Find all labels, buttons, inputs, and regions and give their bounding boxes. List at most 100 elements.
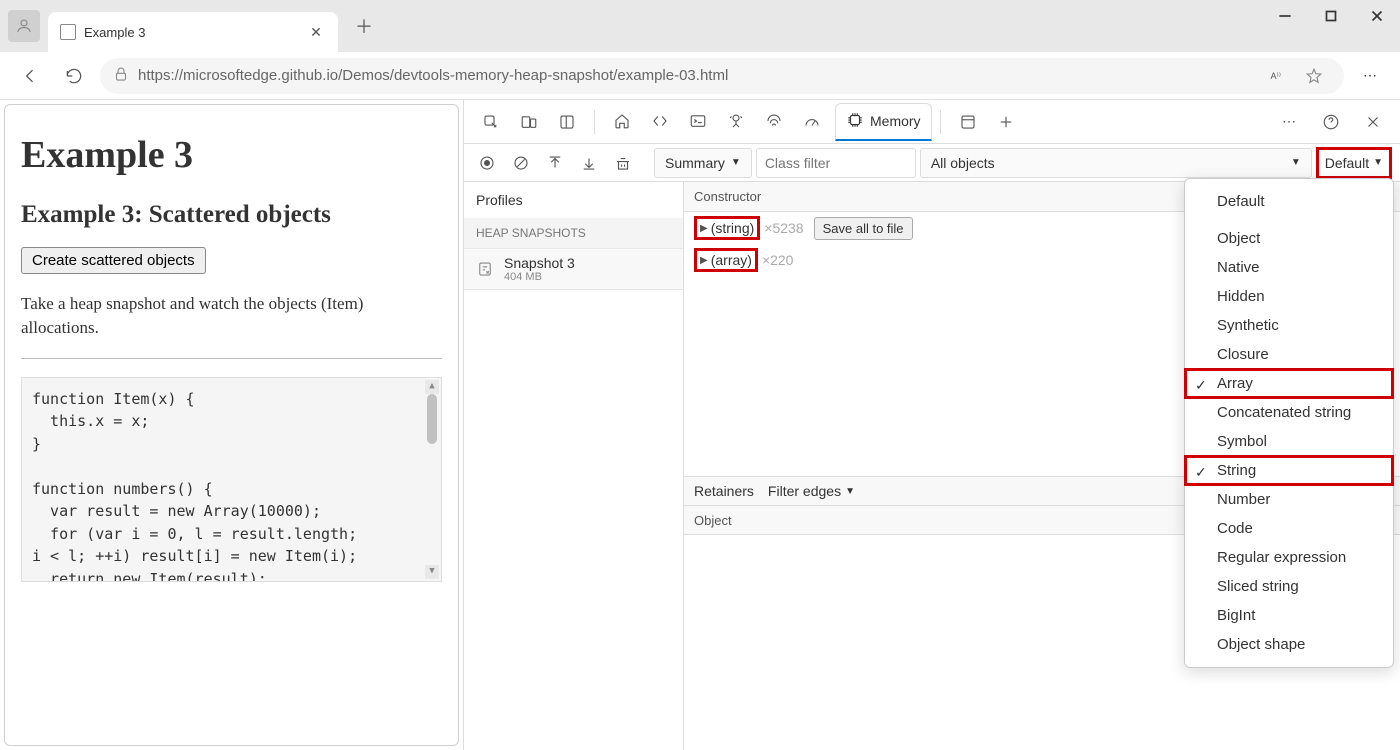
- tab-memory[interactable]: Memory: [835, 103, 932, 141]
- tab-title: Example 3: [84, 25, 298, 40]
- scroll-down-icon[interactable]: ▼: [425, 565, 439, 579]
- scroll-thumb[interactable]: [427, 394, 437, 444]
- divider: [21, 358, 442, 359]
- heap-table: Constructor Distance Shallow Size ▶ (str…: [684, 182, 1400, 750]
- dropdown-item[interactable]: Concatenated string: [1185, 398, 1393, 427]
- gc-button[interactable]: [608, 148, 638, 178]
- url-text: https://microsoftedge.github.io/Demos/de…: [138, 67, 728, 84]
- tab-console[interactable]: [679, 103, 717, 141]
- snapshot-size: 404 MB: [504, 271, 575, 283]
- profiles-section-header: HEAP SNAPSHOTS: [464, 218, 683, 248]
- tab-performance[interactable]: [793, 103, 831, 141]
- close-tab-button[interactable]: ✕: [306, 22, 326, 42]
- device-toggle-icon[interactable]: [510, 103, 548, 141]
- back-button[interactable]: [12, 58, 48, 94]
- row-count: ×220: [762, 252, 794, 268]
- row-label-highlight: ▶ (array): [694, 248, 758, 272]
- dropdown-item[interactable]: Synthetic: [1185, 311, 1393, 340]
- dropdown-item[interactable]: ✓String: [1185, 456, 1393, 485]
- tab-sources[interactable]: [717, 103, 755, 141]
- col-constructor[interactable]: Constructor: [684, 189, 1200, 204]
- dropdown-item[interactable]: Default: [1185, 187, 1393, 216]
- devtools-panel: Memory ⋯ Summary ▼ All: [463, 100, 1400, 750]
- check-icon: ✓: [1195, 377, 1207, 394]
- devtools-tabs: Memory ⋯: [464, 100, 1400, 144]
- nav-bar: https://microsoftedge.github.io/Demos/de…: [0, 52, 1400, 100]
- scroll-up-icon[interactable]: ▲: [425, 380, 439, 394]
- page-subheading: Example 3: Scattered objects: [21, 201, 442, 229]
- new-tab-button[interactable]: ＋: [350, 12, 378, 40]
- dropdown-item[interactable]: Code: [1185, 514, 1393, 543]
- page-icon: [60, 24, 76, 40]
- tab-network[interactable]: [755, 103, 793, 141]
- dropdown-item[interactable]: Closure: [1185, 340, 1393, 369]
- browser-menu-button[interactable]: ⋯: [1352, 58, 1388, 94]
- snapshot-item[interactable]: Snapshot 3 404 MB: [464, 248, 683, 290]
- dropdown-item[interactable]: Hidden: [1185, 282, 1393, 311]
- chevron-down-icon: ▼: [731, 157, 741, 168]
- profile-button[interactable]: [8, 10, 40, 42]
- record-button[interactable]: [472, 148, 502, 178]
- memory-toolbar: Summary ▼ All objects ▼ Default ▼: [464, 144, 1400, 182]
- page-content: Example 3 Example 3: Scattered objects C…: [4, 104, 459, 746]
- favorite-icon[interactable]: [1300, 62, 1328, 90]
- filter-type-select[interactable]: Default ▼: [1316, 147, 1392, 179]
- lock-icon: [112, 65, 130, 86]
- minimize-button[interactable]: [1262, 0, 1308, 32]
- inspect-element-icon[interactable]: [472, 103, 510, 141]
- class-filter-input[interactable]: [756, 148, 916, 178]
- svg-text:A⁾⁾: A⁾⁾: [1271, 71, 1281, 81]
- col-object[interactable]: Object: [684, 513, 1200, 528]
- code-block: function Item(x) { this.x = x; } functio…: [21, 377, 442, 582]
- dropdown-item[interactable]: Object: [1185, 224, 1393, 253]
- row-count: ×5238: [764, 220, 803, 236]
- tab-elements[interactable]: [641, 103, 679, 141]
- dropdown-item[interactable]: Regular expression: [1185, 543, 1393, 572]
- refresh-button[interactable]: [56, 58, 92, 94]
- tab-memory-label: Memory: [870, 113, 921, 129]
- scrollbar[interactable]: ▲ ▼: [425, 380, 439, 579]
- profiles-sidebar: Profiles HEAP SNAPSHOTS Snapshot 3 404 M…: [464, 182, 684, 750]
- close-window-button[interactable]: [1354, 0, 1400, 32]
- retainers-title: Retainers: [694, 483, 754, 499]
- clear-button[interactable]: [506, 148, 536, 178]
- tab-welcome[interactable]: [603, 103, 641, 141]
- browser-tab[interactable]: Example 3 ✕: [48, 12, 338, 52]
- dropdown-item[interactable]: Object shape: [1185, 630, 1393, 659]
- help-button[interactable]: [1312, 103, 1350, 141]
- dropdown-item[interactable]: BigInt: [1185, 601, 1393, 630]
- view-select[interactable]: Summary ▼: [654, 148, 752, 178]
- dropdown-item[interactable]: Symbol: [1185, 427, 1393, 456]
- tab-application[interactable]: [949, 103, 987, 141]
- maximize-button[interactable]: [1308, 0, 1354, 32]
- dropdown-item[interactable]: Sliced string: [1185, 572, 1393, 601]
- chevron-down-icon: ▼: [845, 486, 855, 497]
- dropdown-item[interactable]: Number: [1185, 485, 1393, 514]
- disclosure-icon[interactable]: ▶: [700, 255, 708, 266]
- row-label-highlight: ▶ (string): [694, 216, 760, 240]
- dropdown-item[interactable]: ✓Array: [1185, 369, 1393, 398]
- snapshot-name: Snapshot 3: [504, 255, 575, 271]
- filter-type-dropdown: Default ObjectNativeHiddenSyntheticClosur…: [1184, 178, 1394, 668]
- filter-edges-select[interactable]: Filter edges ▼: [768, 483, 855, 499]
- upload-button[interactable]: [540, 148, 570, 178]
- memory-icon: [846, 111, 864, 132]
- add-tab-button[interactable]: [987, 103, 1025, 141]
- devtools-menu-button[interactable]: ⋯: [1270, 103, 1308, 141]
- read-aloud-icon[interactable]: A⁾⁾: [1264, 62, 1292, 90]
- dropdown-item[interactable]: Native: [1185, 253, 1393, 282]
- chevron-down-icon: ▼: [1291, 157, 1301, 168]
- scope-select[interactable]: All objects ▼: [920, 148, 1312, 178]
- page-heading: Example 3: [21, 133, 442, 177]
- profiles-title: Profiles: [464, 182, 683, 218]
- download-button[interactable]: [574, 148, 604, 178]
- disclosure-icon[interactable]: ▶: [700, 223, 708, 234]
- save-all-button[interactable]: Save all to file: [814, 217, 913, 240]
- close-devtools-button[interactable]: [1354, 103, 1392, 141]
- snapshot-icon: [474, 258, 496, 280]
- page-description: Take a heap snapshot and watch the objec…: [21, 292, 442, 340]
- create-objects-button[interactable]: Create scattered objects: [21, 247, 206, 274]
- url-bar[interactable]: https://microsoftedge.github.io/Demos/de…: [100, 58, 1344, 94]
- dock-side-icon[interactable]: [548, 103, 586, 141]
- check-icon: ✓: [1195, 464, 1207, 481]
